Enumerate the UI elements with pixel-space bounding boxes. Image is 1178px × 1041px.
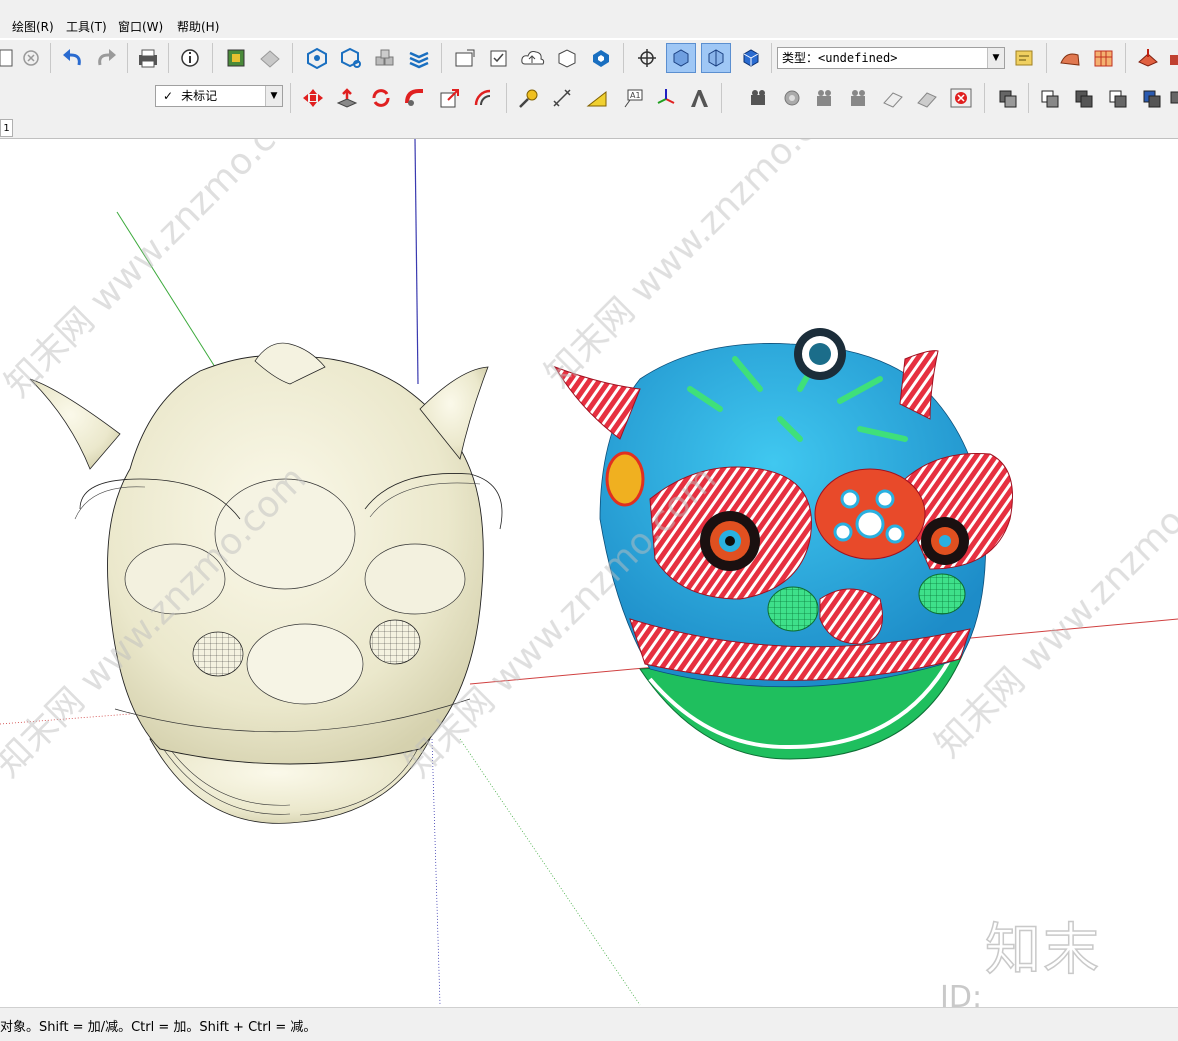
extension-warehouse-icon[interactable] bbox=[255, 43, 285, 73]
location-search-icon[interactable] bbox=[336, 43, 366, 73]
dimension-icon[interactable] bbox=[548, 83, 578, 113]
separator bbox=[50, 43, 51, 73]
watermark-logo: 知末 bbox=[984, 917, 1101, 984]
type-dropdown-value: 类型：<undefined> bbox=[782, 51, 898, 65]
layers-icon[interactable] bbox=[404, 43, 434, 73]
check-icon: ✓ bbox=[163, 89, 174, 103]
print-icon[interactable] bbox=[133, 43, 163, 73]
back-edges-icon[interactable] bbox=[701, 43, 731, 73]
separator bbox=[506, 83, 507, 113]
position-camera-2-icon[interactable] bbox=[744, 83, 774, 113]
tag-dropdown[interactable]: ✓ 未标记 ▼ bbox=[155, 85, 283, 107]
scale-icon[interactable] bbox=[435, 83, 465, 113]
push-pull-icon[interactable] bbox=[332, 83, 362, 113]
follow-me-icon[interactable] bbox=[400, 83, 430, 113]
solid-split-icon[interactable] bbox=[1163, 83, 1178, 113]
move-icon[interactable] bbox=[298, 83, 328, 113]
no-entry-icon[interactable] bbox=[946, 83, 976, 113]
separator bbox=[984, 83, 985, 113]
position-camera-icon[interactable] bbox=[632, 43, 662, 73]
components-icon[interactable] bbox=[370, 43, 400, 73]
separator bbox=[212, 43, 213, 73]
separator bbox=[1028, 83, 1029, 113]
protractor-icon[interactable] bbox=[582, 83, 612, 113]
undo-icon[interactable] bbox=[58, 43, 88, 73]
separator bbox=[623, 43, 624, 73]
rename-tag-icon[interactable] bbox=[1010, 43, 1040, 73]
solid-intersect-icon[interactable] bbox=[1035, 83, 1065, 113]
smoove-icon[interactable] bbox=[1133, 43, 1163, 73]
export-icon[interactable] bbox=[450, 43, 480, 73]
menu-tools[interactable]: 工具(T) bbox=[66, 18, 107, 35]
solid-subtract-icon[interactable] bbox=[1103, 83, 1133, 113]
chevron-down-icon[interactable]: ▼ bbox=[987, 48, 1004, 68]
camera-icon[interactable] bbox=[810, 83, 840, 113]
separator bbox=[168, 43, 169, 73]
3d-warehouse-icon[interactable] bbox=[222, 43, 252, 73]
toolbar-row-2: ✓ 未标记 ▼ A1 bbox=[0, 78, 1178, 118]
green-axis-negative bbox=[459, 738, 641, 1006]
model-canvas: 知末网 www.znzmo.com 知末网 www.znzmo.com 知末网 … bbox=[0, 139, 1178, 1006]
solid-outer-shell-icon[interactable] bbox=[993, 83, 1023, 113]
separator bbox=[771, 43, 772, 73]
sandbox-scratch-icon[interactable] bbox=[1089, 43, 1119, 73]
drawing-viewport[interactable]: 知末网 www.znzmo.com 知末网 www.znzmo.com 知末网 … bbox=[0, 139, 1178, 1007]
svg-text:A1: A1 bbox=[630, 91, 641, 100]
menu-help[interactable]: 帮助(H) bbox=[177, 18, 219, 35]
add-location-icon[interactable] bbox=[302, 43, 332, 73]
menu-draw[interactable]: 绘图(R) bbox=[12, 18, 54, 35]
tape-measure-icon[interactable] bbox=[514, 83, 544, 113]
separator bbox=[441, 43, 442, 73]
cloud-upload-icon[interactable] bbox=[518, 43, 548, 73]
chevron-down-icon[interactable]: ▼ bbox=[265, 86, 282, 106]
solid-union-icon[interactable] bbox=[1069, 83, 1099, 113]
orbit-icon[interactable] bbox=[777, 83, 807, 113]
separator bbox=[290, 83, 291, 113]
redo-icon[interactable] bbox=[91, 43, 121, 73]
sync-icon[interactable] bbox=[586, 43, 616, 73]
type-dropdown[interactable]: 类型：<undefined> ▼ bbox=[777, 47, 1005, 69]
toolbar-row-1: 类型：<undefined> ▼ bbox=[0, 40, 1178, 78]
menu-window[interactable]: 窗口(W) bbox=[118, 18, 163, 35]
blue-axis bbox=[414, 139, 419, 385]
blue-axis-negative bbox=[431, 738, 441, 1006]
status-hint: 对象。Shift = 加/减。Ctrl = 加。Shift + Ctrl = 减… bbox=[0, 1020, 317, 1035]
close-icon[interactable] bbox=[16, 43, 46, 73]
menu-bar: 绘图(R) 工具(T) 窗口(W) 帮助(H) bbox=[0, 0, 1178, 38]
stamp-icon[interactable] bbox=[1163, 43, 1178, 73]
rotate-icon[interactable] bbox=[366, 83, 396, 113]
separator bbox=[127, 43, 128, 73]
scene-tab-bar: 1 bbox=[0, 118, 1178, 139]
status-bar: 对象。Shift = 加/减。Ctrl = 加。Shift + Ctrl = 减… bbox=[0, 1007, 1178, 1041]
checkbox-icon[interactable] bbox=[484, 43, 514, 73]
tag-dropdown-value: 未标记 bbox=[181, 89, 218, 103]
camera-2-icon[interactable] bbox=[844, 83, 874, 113]
section-plane-icon[interactable] bbox=[878, 83, 908, 113]
xray-mode-icon[interactable] bbox=[666, 43, 696, 73]
box-export-icon[interactable] bbox=[552, 43, 582, 73]
axes-icon[interactable] bbox=[651, 83, 681, 113]
text-icon[interactable]: A1 bbox=[618, 83, 648, 113]
shaded-texture-icon[interactable] bbox=[736, 43, 766, 73]
separator bbox=[292, 43, 293, 73]
watermark-id: ID: 1172242582 bbox=[940, 980, 983, 1007]
section-fill-icon[interactable] bbox=[912, 83, 942, 113]
separator bbox=[1125, 43, 1126, 73]
3d-text-icon[interactable] bbox=[684, 83, 714, 113]
scene-tab-1[interactable]: 1 bbox=[0, 119, 13, 137]
separator bbox=[721, 83, 722, 113]
model-info-icon[interactable] bbox=[175, 43, 205, 73]
separator bbox=[1046, 43, 1047, 73]
sandbox-contours-icon[interactable] bbox=[1055, 43, 1085, 73]
offset-icon[interactable] bbox=[469, 83, 499, 113]
